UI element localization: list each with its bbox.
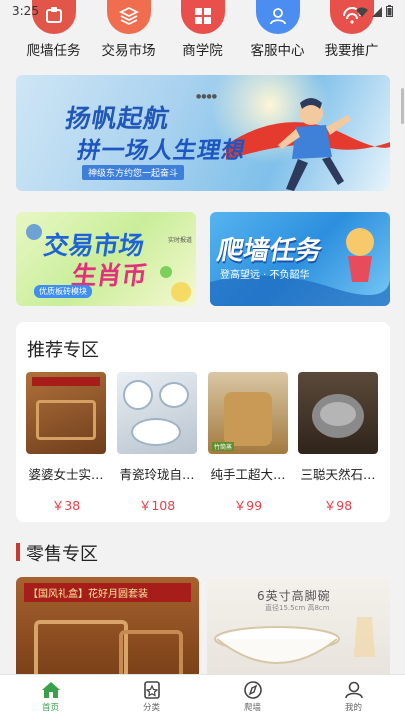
signal-bars-icon [372, 6, 382, 20]
product-card[interactable]: 青瓷玲珑自… ￥108 [117, 372, 197, 514]
hero-banner[interactable]: ●●●● 扬帆起航 拼一场人生理想 神级东方约您一起奋斗 [16, 75, 390, 191]
home-icon [41, 682, 60, 698]
bottom-nav: 首页 分类 爬墙 我的 [0, 674, 405, 720]
promo-subtitle: 登高望远 · 不负韶华 [220, 270, 310, 281]
promo-trading-market[interactable]: 交易市场 实时报道 生肖币 优质板砖模块 [16, 212, 196, 306]
scrollbar[interactable] [401, 88, 404, 124]
compass-icon [243, 681, 262, 699]
product-price: ￥38 [51, 498, 81, 513]
basket-illustration [34, 620, 183, 677]
nav-home[interactable]: 首页 [0, 681, 101, 713]
product-image [26, 372, 106, 454]
category-label: 客服中心 [250, 43, 305, 59]
retail-title: 零售专区 [26, 544, 98, 565]
banner-subtitle: 神级东方约您一起奋斗 [82, 165, 185, 180]
category-icon [143, 681, 160, 699]
product-image [298, 372, 378, 454]
product-price: ￥98 [323, 498, 353, 513]
product-name: 婆婆女士实… [28, 467, 104, 482]
product-card[interactable]: 竹筒蒸 纯手工超大… ￥99 [208, 372, 288, 514]
retail-product-caption: 【国风礼盒】花好月圆套装 [24, 583, 191, 602]
retail-product-caption: 6英寸高脚碗 [257, 589, 331, 603]
nav-climb[interactable]: 爬墙 [202, 681, 303, 713]
banner-title-line2: 拼一场人生理想 [75, 138, 248, 164]
nav-profile[interactable]: 我的 [303, 681, 404, 713]
runner-illustration [226, 98, 390, 191]
bowl-illustration [214, 617, 375, 664]
product-price: ￥99 [233, 498, 263, 513]
product-name: 三聪天然石… [300, 467, 376, 482]
category-label: 商学院 [182, 43, 223, 59]
retail-product-card[interactable]: 6英寸高脚碗 直径15.5cm 高8cm [207, 577, 390, 677]
battery-icon [386, 5, 393, 20]
wifi-icon [356, 6, 368, 20]
product-image: 竹筒蒸 [208, 372, 288, 454]
promo-tag: 实时报道 [168, 237, 193, 244]
product-card[interactable]: 婆婆女士实… ￥38 [26, 372, 106, 514]
status-icons [356, 5, 393, 20]
retail-product-spec: 直径15.5cm 高8cm [265, 604, 330, 612]
product-name: 青瓷玲珑自… [119, 467, 195, 482]
recommend-section: 推荐专区 婆婆女士实… ￥38 青瓷玲珑自… ￥108 竹筒蒸 纯手工超大… ￥… [16, 322, 390, 522]
product-card[interactable]: 三聪天然石… ￥98 [298, 372, 378, 514]
banner-title: 扬帆起航 [63, 104, 173, 133]
section-marker [16, 543, 20, 561]
nav-label: 分类 [142, 703, 160, 713]
profile-icon [344, 681, 363, 699]
nav-label: 首页 [41, 703, 59, 713]
nav-label: 我的 [344, 703, 362, 713]
category-label: 爬墙任务 [26, 43, 81, 59]
product-name: 纯手工超大… [210, 467, 286, 482]
product-image [117, 372, 197, 454]
category-label: 交易市场 [101, 43, 156, 59]
retail-product-card[interactable]: 【国风礼盒】花好月圆套装 [16, 577, 199, 677]
nav-category[interactable]: 分类 [101, 681, 202, 713]
nav-label: 爬墙 [243, 703, 261, 713]
category-label: 我要推广 [324, 43, 379, 59]
promo-title: 爬墙任务 [214, 236, 325, 266]
status-time: 3:25 [12, 4, 39, 18]
product-price: ￥108 [138, 498, 176, 513]
banner-brand: ●●●● [196, 93, 217, 100]
promo-wall-task[interactable]: 爬墙任务 登高望远 · 不负韶华 [210, 212, 390, 306]
status-bar: 3:25 [0, 0, 405, 24]
promo-chip: 优质板砖模块 [34, 285, 92, 298]
recommend-title: 推荐专区 [27, 340, 99, 361]
